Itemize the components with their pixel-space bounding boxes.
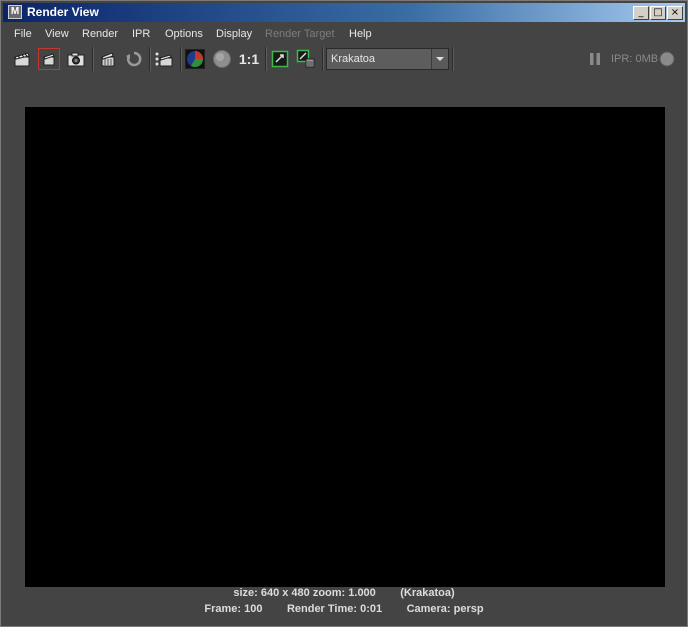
render-region-icon[interactable] <box>38 48 60 70</box>
toolbar-separator <box>322 47 324 71</box>
maximize-button[interactable]: □ <box>650 6 666 20</box>
chevron-down-icon[interactable] <box>431 49 448 69</box>
menu-view[interactable]: View <box>45 28 69 40</box>
camera-status: Camera: persp <box>406 603 484 615</box>
menu-ipr[interactable]: IPR <box>132 28 150 40</box>
minimize-button[interactable]: _ <box>633 6 649 20</box>
toolbar-separator <box>149 47 151 71</box>
toolbar-separator <box>265 47 267 71</box>
ipr-memory-status: IPR: 0MB <box>611 53 659 65</box>
maya-icon[interactable]: M <box>8 5 22 19</box>
clapper-render-icon[interactable] <box>11 48 33 70</box>
menu-render[interactable]: Render <box>82 28 118 40</box>
menu-help[interactable]: Help <box>349 28 372 40</box>
title-bar[interactable]: M Render View _ □ × <box>3 3 685 22</box>
menu-bar: File View Render IPR Options Display Ren… <box>3 23 685 45</box>
toolbar: 1:1 Krakatoa IPR: 0MB <box>3 45 685 73</box>
menu-render-target: Render Target <box>265 28 335 40</box>
render-time-status: Render Time: 0:01 <box>286 603 383 615</box>
alpha-channel-icon[interactable] <box>211 48 233 70</box>
menu-options[interactable]: Options <box>165 28 203 40</box>
window-title: Render View <box>27 5 99 19</box>
toolbar-separator <box>452 47 454 71</box>
remove-image-icon[interactable] <box>295 48 317 70</box>
toolbar-separator <box>180 47 182 71</box>
toolbar-separator <box>92 47 94 71</box>
render-view-window: M Render View _ □ × File View Render IPR… <box>0 0 688 627</box>
render-image-canvas[interactable] <box>25 107 665 587</box>
pause-icon[interactable] <box>587 48 603 70</box>
menu-display[interactable]: Display <box>216 28 252 40</box>
render-view-panel: size: 640 x 480 zoom: 1.000 (Krakatoa) F… <box>3 74 685 622</box>
renderer-select[interactable]: Krakatoa <box>326 48 449 70</box>
snapshot-camera-icon[interactable] <box>65 48 87 70</box>
rgb-channels-icon[interactable] <box>184 48 206 70</box>
ipr-indicator-icon <box>658 48 676 70</box>
renderer-select-value: Krakatoa <box>331 53 376 65</box>
render-info-status: Frame: 100 Render Time: 0:01 Camera: per… <box>3 603 685 615</box>
image-info-status: size: 640 x 480 zoom: 1.000 (Krakatoa) <box>233 587 455 599</box>
keep-image-icon[interactable] <box>269 48 291 70</box>
zoom-ratio-button[interactable]: 1:1 <box>236 48 262 70</box>
refresh-icon[interactable] <box>123 48 145 70</box>
close-button[interactable]: × <box>667 6 683 20</box>
ipr-clapper-icon[interactable] <box>97 48 119 70</box>
frame-status: Frame: 100 <box>204 603 263 615</box>
menu-file[interactable]: File <box>14 28 32 40</box>
render-settings-icon[interactable] <box>153 48 175 70</box>
